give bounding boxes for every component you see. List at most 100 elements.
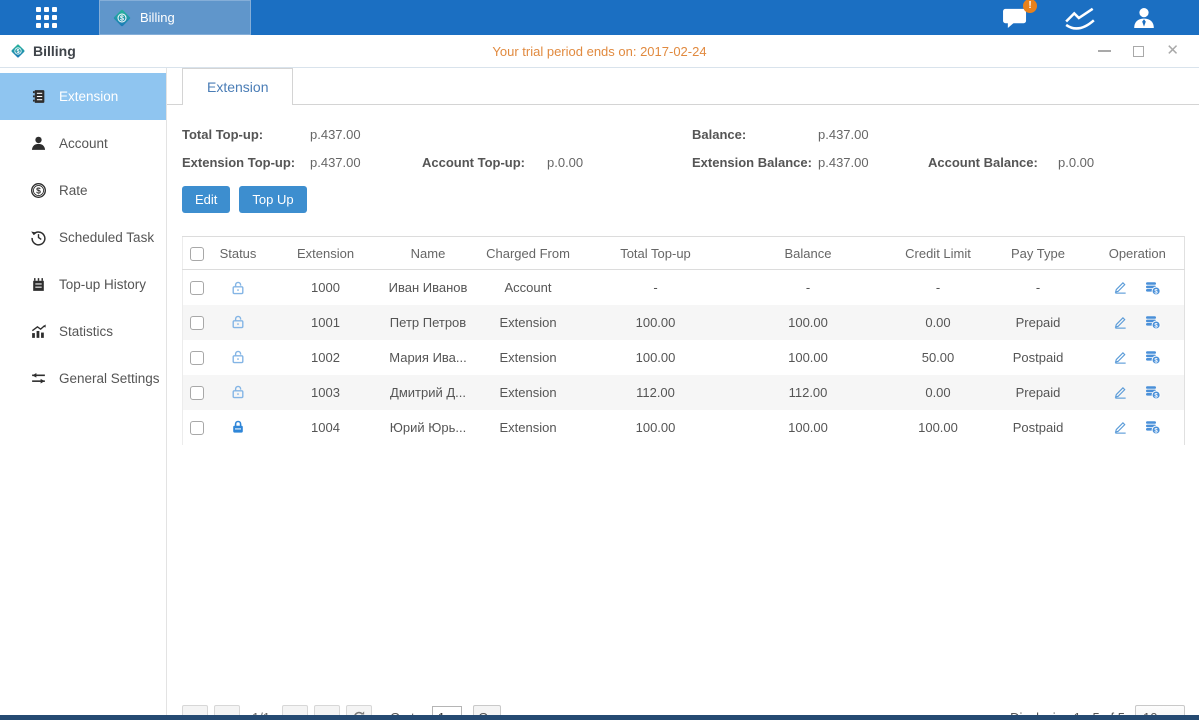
table-header-row: StatusExtensionNameCharged FromTotal Top… bbox=[183, 237, 1185, 270]
topup-extension-icon[interactable]: $ bbox=[1144, 419, 1161, 435]
balance-cell: - bbox=[726, 270, 891, 305]
edit-extension-icon[interactable] bbox=[1113, 385, 1128, 400]
checkbox-cell bbox=[183, 270, 211, 305]
total-topup-cell: 112.00 bbox=[586, 375, 726, 410]
extension-cell: 1003 bbox=[266, 375, 386, 410]
column-header: Extension bbox=[266, 237, 386, 270]
app-window: $ Billing ! bbox=[0, 0, 1199, 720]
sidebar-item-account[interactable]: Account bbox=[0, 120, 166, 167]
minimize-button[interactable] bbox=[1098, 44, 1111, 58]
top-up-button[interactable]: Top Up bbox=[239, 186, 306, 213]
status-cell bbox=[211, 375, 266, 410]
total-topup-cell: 100.00 bbox=[586, 410, 726, 445]
billing-diamond-icon: $ bbox=[112, 8, 132, 28]
credit-limit-cell: 0.00 bbox=[891, 305, 986, 340]
name-cell: Юрий Юрь... bbox=[386, 410, 471, 445]
topup-extension-icon[interactable]: $ bbox=[1144, 280, 1161, 296]
pay-type-cell: Postpaid bbox=[986, 410, 1091, 445]
select-all-checkbox[interactable] bbox=[190, 247, 204, 261]
total-topup-cell: - bbox=[586, 270, 726, 305]
locked-icon[interactable] bbox=[230, 419, 246, 435]
status-cell bbox=[211, 270, 266, 305]
unlocked-icon[interactable] bbox=[230, 349, 246, 365]
edit-extension-icon[interactable] bbox=[1113, 420, 1128, 435]
column-header: Status bbox=[211, 237, 266, 270]
user-account-icon[interactable] bbox=[1131, 5, 1157, 31]
topup-extension-icon[interactable]: $ bbox=[1144, 349, 1161, 365]
total-topup-cell: 100.00 bbox=[586, 340, 726, 375]
ledger-icon bbox=[30, 88, 47, 105]
sidebar-item-label: Scheduled Task bbox=[59, 230, 154, 245]
charged-from-cell: Extension bbox=[471, 340, 586, 375]
operation-cell: $ bbox=[1091, 305, 1185, 340]
extension-cell: 1000 bbox=[266, 270, 386, 305]
balance-cell: 100.00 bbox=[726, 305, 891, 340]
sidebar: Extension Account $ Rate bbox=[0, 68, 167, 715]
unlocked-icon[interactable] bbox=[230, 314, 246, 330]
sidebar-item-rate[interactable]: $ Rate bbox=[0, 167, 166, 214]
topup-extension-icon[interactable]: $ bbox=[1144, 314, 1161, 330]
window-title: Billing bbox=[33, 43, 76, 59]
row-checkbox[interactable] bbox=[190, 281, 204, 295]
topup-extension-icon[interactable]: $ bbox=[1144, 384, 1161, 400]
column-header: Pay Type bbox=[986, 237, 1091, 270]
tab-extension[interactable]: Extension bbox=[182, 68, 293, 105]
main-panel: Extension Total Top-up: p.437.00 Balance… bbox=[167, 68, 1199, 715]
messages-icon[interactable]: ! bbox=[1002, 6, 1029, 29]
extension-balance-label: Extension Balance: bbox=[692, 155, 818, 170]
operation-cell: $ bbox=[1091, 340, 1185, 375]
maximize-button[interactable] bbox=[1133, 44, 1144, 58]
extension-cell: 1004 bbox=[266, 410, 386, 445]
svg-text:$: $ bbox=[36, 186, 41, 196]
row-checkbox[interactable] bbox=[190, 351, 204, 365]
reports-chart-icon[interactable] bbox=[1065, 6, 1095, 30]
balance-value: p.437.00 bbox=[818, 127, 869, 142]
bar-chart-icon bbox=[30, 323, 47, 340]
sidebar-item-label: Extension bbox=[59, 89, 118, 104]
sidebar-item-general-settings[interactable]: General Settings bbox=[0, 355, 166, 402]
column-header: Total Top-up bbox=[586, 237, 726, 270]
unlocked-icon[interactable] bbox=[230, 384, 246, 400]
notification-badge: ! bbox=[1023, 0, 1037, 13]
column-header: Name bbox=[386, 237, 471, 270]
person-icon bbox=[30, 135, 47, 152]
close-button[interactable]: ✕ bbox=[1166, 44, 1179, 58]
operation-cell: $ bbox=[1091, 410, 1185, 445]
charged-from-cell: Extension bbox=[471, 305, 586, 340]
pay-type-cell: Prepaid bbox=[986, 305, 1091, 340]
total-topup-value: p.437.00 bbox=[310, 127, 361, 142]
notepad-icon bbox=[30, 276, 47, 293]
column-header: Credit Limit bbox=[891, 237, 986, 270]
table-row: 1000Иван ИвановAccount----$ bbox=[183, 270, 1185, 305]
sidebar-item-topup-history[interactable]: Top-up History bbox=[0, 261, 166, 308]
taskbar-billing-tab[interactable]: $ Billing bbox=[99, 0, 251, 35]
extensions-table: StatusExtensionNameCharged FromTotal Top… bbox=[182, 236, 1185, 445]
status-cell bbox=[211, 305, 266, 340]
sidebar-item-statistics[interactable]: Statistics bbox=[0, 308, 166, 355]
unlocked-icon[interactable] bbox=[230, 280, 246, 296]
edit-extension-icon[interactable] bbox=[1113, 280, 1128, 295]
table-row: 1002Мария Ива...Extension100.00100.0050.… bbox=[183, 340, 1185, 375]
billing-summary: Total Top-up: p.437.00 Balance: p.437.00… bbox=[182, 127, 1185, 170]
billing-diamond-icon: $ bbox=[10, 43, 26, 59]
app-launcher-icon[interactable] bbox=[36, 7, 57, 28]
name-cell: Иван Иванов bbox=[386, 270, 471, 305]
row-checkbox[interactable] bbox=[190, 421, 204, 435]
edit-extension-icon[interactable] bbox=[1113, 350, 1128, 365]
column-header: Charged From bbox=[471, 237, 586, 270]
name-cell: Мария Ива... bbox=[386, 340, 471, 375]
table-row: 1001Петр ПетровExtension100.00100.000.00… bbox=[183, 305, 1185, 340]
window-titlebar: $ Billing Your trial period ends on: 201… bbox=[0, 35, 1199, 68]
table-row: 1004Юрий Юрь...Extension100.00100.00100.… bbox=[183, 410, 1185, 445]
row-checkbox[interactable] bbox=[190, 316, 204, 330]
status-cell bbox=[211, 410, 266, 445]
edit-extension-icon[interactable] bbox=[1113, 315, 1128, 330]
account-balance-label: Account Balance: bbox=[928, 155, 1058, 170]
row-checkbox[interactable] bbox=[190, 386, 204, 400]
sidebar-item-extension[interactable]: Extension bbox=[0, 73, 166, 120]
operation-cell: $ bbox=[1091, 375, 1185, 410]
svg-text:$: $ bbox=[120, 15, 124, 22]
charged-from-cell: Extension bbox=[471, 375, 586, 410]
sidebar-item-scheduled-task[interactable]: Scheduled Task bbox=[0, 214, 166, 261]
edit-button[interactable]: Edit bbox=[182, 186, 230, 213]
